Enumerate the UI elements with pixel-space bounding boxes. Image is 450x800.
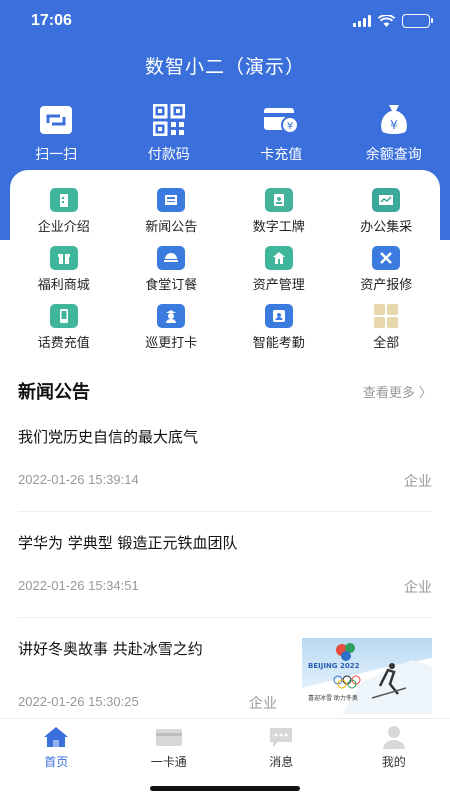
svg-text:¥: ¥ — [287, 121, 293, 132]
news-icon — [157, 188, 186, 212]
news-item-thumbnail: BEIJING 2022 喜迎冰雪 助力冬奥 — [302, 638, 432, 714]
service-office-purchase[interactable]: 办公集采 — [333, 188, 441, 236]
service-news[interactable]: 新闻公告 — [118, 188, 226, 236]
service-label: 福利商城 — [37, 278, 90, 293]
wifi-icon — [378, 15, 395, 27]
news-item[interactable]: 学华为 学典型 锻造正元铁血团队 2022-01-26 15:34:51 企业 — [18, 532, 432, 618]
news-item-title: 学华为 学典型 锻造正元铁血团队 — [18, 534, 238, 552]
status-bar: 17:06 — [0, 0, 450, 44]
news-item-with-image[interactable]: 讲好冬奥故事 共赴冰雪之约 2022-01-26 15:30:25 企业 BEI… — [18, 638, 432, 716]
service-digital-badge[interactable]: 数字工牌 — [225, 188, 333, 236]
service-label: 数字工牌 — [252, 220, 305, 235]
news-section-header: 新闻公告 查看更多 〉 — [18, 378, 432, 406]
service-label: 食堂订餐 — [145, 278, 198, 293]
service-asset-management[interactable]: 资产管理 — [225, 246, 333, 294]
scan-button[interactable]: 扫一扫 — [0, 102, 113, 164]
services-panel: 企业介绍 新闻公告 数字工牌 办公集采 福利商城 食堂订餐 资产管理 资产报修 — [10, 170, 440, 360]
scan-label: 扫一扫 — [35, 147, 78, 163]
tab-label: 首页 — [44, 755, 69, 769]
tab-mine[interactable]: 我的 — [338, 719, 450, 800]
tab-home[interactable]: 首页 — [0, 719, 113, 800]
home-indicator — [150, 786, 300, 791]
asset-house-icon — [264, 246, 293, 270]
message-icon — [270, 728, 293, 747]
scan-icon — [40, 106, 73, 134]
payment-code-button[interactable]: 付款码 — [113, 102, 226, 164]
user-icon — [382, 726, 405, 749]
quick-actions: 扫一扫 付款码 ¥ 卡充值 ¥ 余额查询 — [0, 102, 450, 164]
news-section-title: 新闻公告 — [18, 382, 90, 403]
service-label: 办公集采 — [360, 220, 413, 235]
news-item-title: 讲好冬奥故事 共赴冰雪之约 — [18, 640, 203, 658]
services-grid: 企业介绍 新闻公告 数字工牌 办公集采 福利商城 食堂订餐 资产管理 资产报修 — [10, 170, 440, 352]
news-item-date: 2022-01-26 15:34:51 — [18, 578, 139, 593]
service-label: 资产管理 — [252, 278, 305, 293]
service-label: 智能考勤 — [252, 336, 305, 351]
service-welfare-mall[interactable]: 福利商城 — [10, 246, 118, 294]
balance-query-label: 余额查询 — [365, 147, 422, 163]
svg-text:¥: ¥ — [390, 118, 398, 132]
service-smart-attendance[interactable]: 智能考勤 — [225, 304, 333, 352]
balance-bag-icon: ¥ — [380, 105, 407, 134]
news-item[interactable]: 我们党历史自信的最大底气 2022-01-26 15:39:14 企业 — [18, 426, 432, 512]
service-company-intro[interactable]: 企业介绍 — [10, 188, 118, 236]
patrol-guard-icon — [157, 304, 186, 328]
home-icon — [44, 727, 69, 747]
service-label: 新闻公告 — [145, 220, 198, 235]
winter-olympics-image: BEIJING 2022 喜迎冰雪 助力冬奥 — [302, 643, 432, 714]
signal-icon — [353, 15, 371, 27]
news-item-date: 2022-01-26 15:30:25 — [18, 694, 139, 709]
news-item-date: 2022-01-26 15:39:14 — [18, 472, 139, 487]
badge-icon — [264, 188, 293, 212]
app-title: 数智小二（演示） — [144, 56, 305, 78]
tab-label: 消息 — [269, 755, 294, 769]
news-item-title: 我们党历史自信的最大底气 — [18, 428, 199, 446]
all-apps-icon — [372, 304, 400, 328]
office-purchase-icon — [372, 188, 401, 212]
card-recharge-button[interactable]: ¥ 卡充值 — [225, 102, 338, 164]
service-label: 巡更打卡 — [145, 336, 198, 351]
service-label: 全部 — [373, 336, 400, 351]
tab-label: 我的 — [381, 755, 406, 769]
payment-code-label: 付款码 — [147, 147, 190, 163]
news-item-category: 企业 — [404, 580, 432, 596]
status-time: 17:06 — [31, 12, 72, 29]
service-label: 资产报修 — [360, 278, 413, 293]
service-canteen-order[interactable]: 食堂订餐 — [118, 246, 226, 294]
service-asset-repair[interactable]: 资产报修 — [333, 246, 441, 294]
gift-icon — [49, 246, 78, 270]
status-icons — [353, 14, 433, 28]
qr-code-icon — [152, 104, 185, 136]
attendance-icon — [264, 304, 293, 328]
service-label: 话费充值 — [37, 336, 90, 351]
card-recharge-icon: ¥ — [264, 108, 300, 134]
news-item-category: 企业 — [404, 474, 432, 490]
service-patrol-checkin[interactable]: 巡更打卡 — [118, 304, 226, 352]
card-icon — [155, 729, 182, 746]
phone-recharge-icon — [49, 304, 78, 328]
image-event-text: BEIJING 2022 — [308, 662, 360, 670]
service-label: 企业介绍 — [37, 220, 90, 235]
battery-icon — [402, 14, 433, 28]
image-caption-text: 喜迎冰雪 助力冬奥 — [308, 694, 358, 702]
news-item-category: 企业 — [249, 696, 277, 712]
building-icon — [49, 188, 78, 212]
service-all[interactable]: 全部 — [333, 304, 441, 352]
card-recharge-label: 卡充值 — [260, 147, 303, 163]
repair-tools-icon — [372, 246, 401, 270]
meal-icon — [157, 246, 186, 270]
tab-label: 一卡通 — [150, 755, 187, 769]
service-phone-recharge[interactable]: 话费充值 — [10, 304, 118, 352]
balance-query-button[interactable]: ¥ 余额查询 — [338, 102, 450, 164]
view-more-link[interactable]: 查看更多 〉 — [363, 382, 432, 401]
